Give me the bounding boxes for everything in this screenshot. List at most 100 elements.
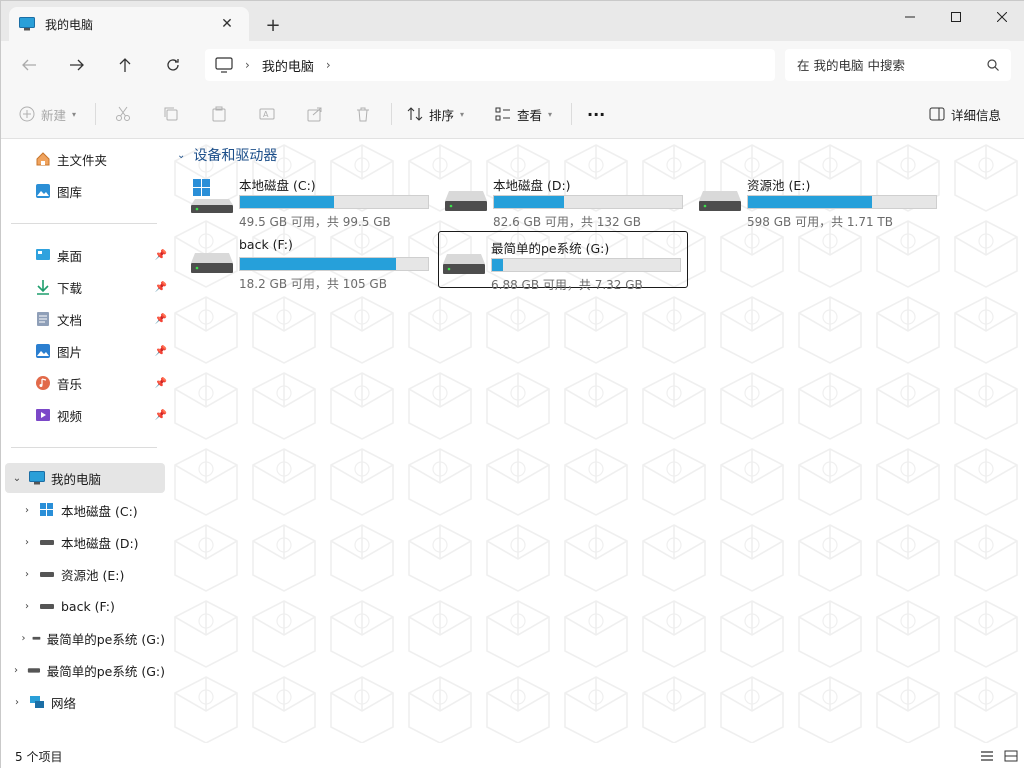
- tab-my-computer[interactable]: 我的电脑 ✕: [9, 7, 249, 41]
- usage-bar: [491, 258, 681, 272]
- search-icon: [987, 59, 999, 71]
- copy-button[interactable]: [163, 101, 179, 127]
- computer-icon: [19, 17, 35, 31]
- sidebar-item-music[interactable]: 音乐 📌: [35, 369, 167, 397]
- tree-item-drive-c[interactable]: › 本地磁盘 (C:): [19, 496, 165, 524]
- up-button[interactable]: [109, 51, 141, 79]
- close-icon: [997, 12, 1007, 22]
- gallery-icon: [36, 184, 50, 198]
- chevron-right-icon[interactable]: ›: [19, 505, 35, 516]
- pin-icon[interactable]: 📌: [155, 282, 167, 293]
- divider: [95, 103, 96, 125]
- usage-bar: [239, 257, 429, 271]
- section-title: 设备和驱动器: [193, 148, 278, 164]
- pin-icon[interactable]: 📌: [155, 314, 167, 325]
- sidebar-item-gallery[interactable]: 图库: [35, 177, 82, 205]
- maximize-button[interactable]: [933, 1, 979, 33]
- chevron-right-icon[interactable]: ›: [326, 58, 331, 72]
- address-row: › 我的电脑 ›: [1, 41, 1024, 89]
- tree-item-my-computer[interactable]: ⌄ 我的电脑: [9, 464, 165, 492]
- forward-button[interactable]: [61, 51, 93, 79]
- new-tab-button[interactable]: +: [259, 11, 287, 39]
- rename-icon: A: [259, 108, 275, 120]
- address-bar[interactable]: › 我的电脑 ›: [205, 49, 775, 81]
- view-toggle: [979, 748, 1019, 764]
- tree-item-label: back (F:): [61, 598, 115, 614]
- tree-item-network[interactable]: › 网络: [9, 688, 165, 716]
- sidebar-item-desktop[interactable]: 桌面 📌: [35, 241, 167, 269]
- content-area: 主文件夹 图库 桌面 📌 下载 📌 文档 📌 图片 📌 音乐 📌 视频 📌 ⌄ …: [1, 139, 1024, 743]
- chevron-right-icon[interactable]: ›: [19, 569, 35, 580]
- drive-tile-g[interactable]: 最简单的pe系统 (G:) 6.88 GB 可用，共 7.32 GB: [438, 231, 688, 292]
- drive-tile-f[interactable]: back (F:) 18.2 GB 可用，共 105 GB: [187, 231, 437, 291]
- chevron-right-icon[interactable]: ›: [9, 697, 25, 708]
- share-button[interactable]: [307, 101, 323, 127]
- chevron-right-icon[interactable]: ›: [245, 58, 250, 72]
- back-button[interactable]: [13, 51, 45, 79]
- close-tab-icon[interactable]: ✕: [215, 12, 239, 36]
- chevron-down-icon[interactable]: ⌄: [9, 473, 25, 484]
- drive-tile-e[interactable]: 资源池 (E:) 598 GB 可用，共 1.71 TB: [695, 169, 945, 229]
- chevron-down-icon[interactable]: ⌄: [177, 150, 185, 161]
- sidebar-item-pictures[interactable]: 图片 📌: [35, 337, 167, 365]
- sidebar-item-documents[interactable]: 文档 📌: [35, 305, 167, 333]
- close-window-button[interactable]: [979, 1, 1024, 33]
- tree-item-drive-g[interactable]: › 最简单的pe系统 (G:): [19, 624, 165, 652]
- chevron-right-icon[interactable]: ›: [9, 665, 23, 676]
- pin-icon[interactable]: 📌: [155, 378, 167, 389]
- search-input[interactable]: [797, 57, 987, 73]
- new-button[interactable]: 新建 ▾: [19, 101, 76, 127]
- view-button[interactable]: 查看 ▾: [495, 101, 552, 127]
- rename-button[interactable]: A: [259, 101, 275, 127]
- divider: [391, 103, 392, 125]
- pin-icon[interactable]: 📌: [155, 346, 167, 357]
- drive-tile-d[interactable]: 本地磁盘 (D:) 82.6 GB 可用，共 132 GB: [441, 169, 691, 229]
- svg-text:A: A: [263, 110, 269, 119]
- windows-drive-icon: [191, 179, 233, 213]
- sort-button[interactable]: 排序 ▾: [407, 101, 464, 127]
- sidebar-item-home[interactable]: 主文件夹: [35, 145, 107, 173]
- delete-button[interactable]: [355, 101, 371, 127]
- drive-icon: [445, 191, 487, 211]
- details-button[interactable]: 详细信息: [929, 101, 1001, 127]
- breadcrumb[interactable]: 我的电脑: [262, 56, 314, 75]
- copy-icon: [164, 107, 178, 121]
- view-label: 查看: [517, 107, 543, 123]
- chevron-right-icon[interactable]: ›: [19, 537, 35, 548]
- drive-icon: [191, 253, 233, 273]
- paste-button[interactable]: [211, 101, 227, 127]
- divider: [571, 103, 572, 125]
- drive-info: 49.5 GB 可用，共 99.5 GB: [239, 215, 391, 229]
- chevron-right-icon[interactable]: ›: [19, 601, 35, 612]
- usage-bar: [493, 195, 683, 209]
- section-header-devices[interactable]: ⌄ 设备和驱动器: [177, 145, 277, 165]
- drive-name: 资源池 (E:): [747, 178, 811, 193]
- plus-circle-icon: [19, 106, 35, 122]
- details-pane-icon: [929, 107, 945, 121]
- minimize-button[interactable]: [887, 1, 933, 33]
- pin-icon[interactable]: 📌: [155, 250, 167, 261]
- pin-icon[interactable]: 📌: [155, 410, 167, 421]
- tiles-view-icon[interactable]: [1003, 748, 1019, 764]
- sidebar-item-label: 下载: [57, 280, 83, 296]
- arrow-left-icon: [22, 59, 36, 71]
- drive-icon: [27, 668, 40, 673]
- tree-item-drive-d[interactable]: › 本地磁盘 (D:): [19, 528, 165, 556]
- tree-item-label: 最简单的pe系统 (G:): [46, 663, 165, 679]
- sidebar-item-videos[interactable]: 视频 📌: [35, 401, 167, 429]
- sidebar-item-downloads[interactable]: 下载 📌: [35, 273, 167, 301]
- refresh-button[interactable]: [157, 51, 189, 79]
- tree-item-drive-e[interactable]: › 资源池 (E:): [19, 560, 165, 588]
- chevron-right-icon[interactable]: ›: [19, 633, 28, 644]
- drive-icon: [443, 254, 485, 274]
- drive-info: 82.6 GB 可用，共 132 GB: [493, 215, 641, 229]
- tree-item-removable-g[interactable]: › 最简单的pe系统 (G:): [9, 656, 165, 684]
- details-view-icon[interactable]: [979, 748, 995, 764]
- tree-item-label: 本地磁盘 (D:): [61, 535, 139, 551]
- usage-bar: [239, 195, 429, 209]
- drive-tile-c[interactable]: 本地磁盘 (C:) 49.5 GB 可用，共 99.5 GB: [187, 169, 437, 229]
- sidebar-item-label: 图库: [57, 184, 83, 200]
- cut-button[interactable]: [115, 101, 131, 127]
- more-options-button[interactable]: ···: [587, 101, 605, 127]
- tree-item-drive-f[interactable]: › back (F:): [19, 592, 165, 620]
